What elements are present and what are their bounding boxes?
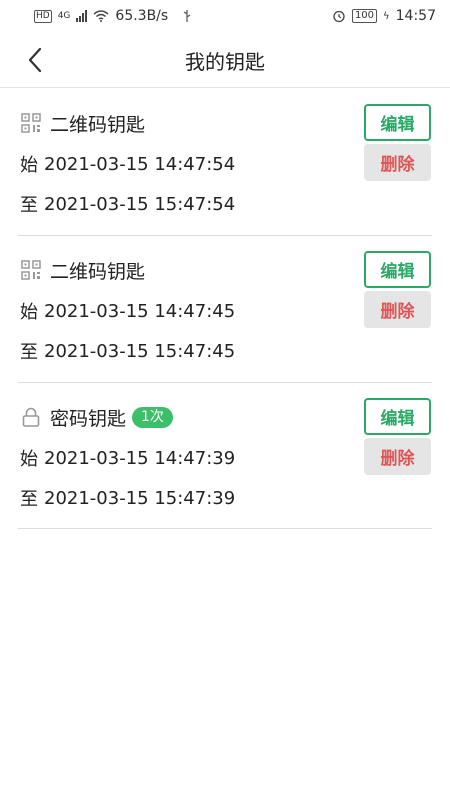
key-item: 密码钥匙 1次 始 2021-03-15 14:47:39 至 2021-03-… bbox=[18, 383, 432, 529]
qr-code-icon bbox=[21, 260, 41, 280]
start-time-row: 始 2021-03-15 14:47:39 bbox=[20, 445, 235, 471]
delete-button[interactable]: 删除 bbox=[364, 291, 431, 328]
key-item: 二维码钥匙 始 2021-03-15 14:47:45 至 2021-03-15… bbox=[18, 236, 432, 383]
page-title: 我的钥匙 bbox=[185, 50, 265, 74]
edit-button[interactable]: 编辑 bbox=[364, 251, 431, 288]
qr-code-icon bbox=[21, 113, 41, 133]
end-time: 2021-03-15 15:47:45 bbox=[44, 340, 236, 362]
start-time-row: 始 2021-03-15 14:47:54 bbox=[20, 151, 235, 177]
end-time: 2021-03-15 15:47:54 bbox=[44, 193, 236, 215]
hd-indicator: HD bbox=[34, 9, 52, 23]
end-prefix: 至 bbox=[20, 342, 38, 363]
start-time: 2021-03-15 14:47:54 bbox=[44, 153, 236, 175]
status-bar: HD 4G 65.3B/s 100 ϟ 14:57 bbox=[0, 0, 450, 32]
key-list: 二维码钥匙 始 2021-03-15 14:47:54 至 2021-03-15… bbox=[0, 89, 450, 529]
end-time-row: 至 2021-03-15 15:47:54 bbox=[20, 191, 235, 217]
signal-icon bbox=[76, 10, 88, 22]
delete-button[interactable]: 删除 bbox=[364, 144, 431, 181]
end-time-row: 至 2021-03-15 15:47:45 bbox=[20, 338, 235, 364]
wifi-icon bbox=[93, 10, 109, 22]
network-speed: 65.3B/s bbox=[115, 8, 169, 24]
end-prefix: 至 bbox=[20, 489, 38, 510]
edit-button[interactable]: 编辑 bbox=[364, 398, 431, 435]
edit-button[interactable]: 编辑 bbox=[364, 104, 431, 141]
battery-icon: 100 bbox=[351, 9, 378, 23]
charging-icon: ϟ bbox=[383, 10, 390, 22]
start-time: 2021-03-15 14:47:45 bbox=[44, 300, 236, 322]
delete-button[interactable]: 删除 bbox=[364, 438, 431, 475]
end-time: 2021-03-15 15:47:39 bbox=[44, 487, 236, 509]
start-time-row: 始 2021-03-15 14:47:45 bbox=[20, 298, 235, 324]
usage-count-badge: 1次 bbox=[132, 406, 173, 428]
start-prefix: 始 bbox=[20, 155, 38, 176]
key-header: 密码钥匙 1次 bbox=[20, 403, 173, 431]
clock-time: 14:57 bbox=[395, 8, 436, 24]
lock-icon bbox=[22, 407, 40, 427]
key-header: 二维码钥匙 bbox=[20, 109, 145, 137]
start-time: 2021-03-15 14:47:39 bbox=[44, 447, 236, 469]
alarm-icon bbox=[333, 10, 345, 23]
end-prefix: 至 bbox=[20, 195, 38, 216]
end-time-row: 至 2021-03-15 15:47:39 bbox=[20, 485, 235, 511]
key-header: 二维码钥匙 bbox=[20, 256, 145, 284]
status-left: HD 4G 65.3B/s bbox=[34, 8, 192, 24]
network-type: 4G bbox=[57, 11, 71, 21]
key-type-label: 二维码钥匙 bbox=[50, 113, 146, 136]
start-prefix: 始 bbox=[20, 449, 38, 470]
usb-icon bbox=[183, 10, 191, 22]
key-item: 二维码钥匙 始 2021-03-15 14:47:54 至 2021-03-15… bbox=[18, 89, 432, 236]
key-type-label: 密码钥匙 bbox=[50, 407, 127, 430]
start-prefix: 始 bbox=[20, 302, 38, 323]
status-right: 100 ϟ 14:57 bbox=[332, 8, 436, 24]
app-header: 我的钥匙 bbox=[0, 32, 450, 88]
key-type-label: 二维码钥匙 bbox=[50, 260, 146, 283]
